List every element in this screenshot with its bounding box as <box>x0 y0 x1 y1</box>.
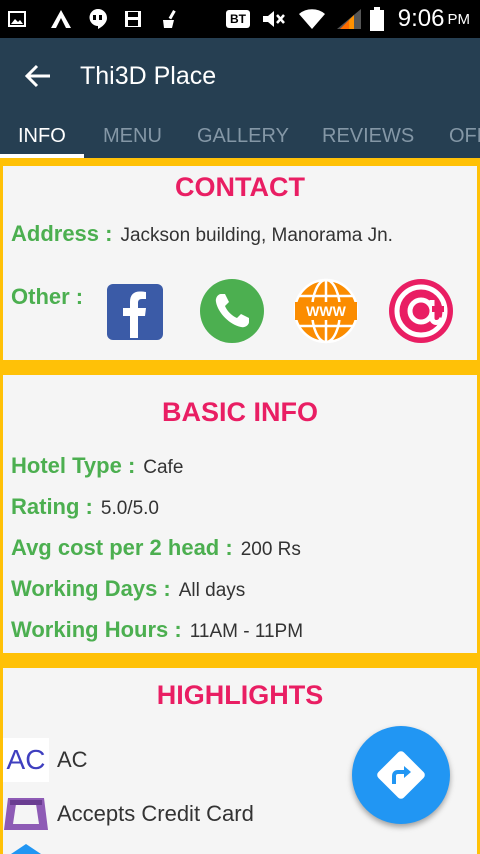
status-time: 9:06 PM <box>397 5 470 32</box>
mute-icon <box>262 0 286 38</box>
page-title: Thi3D Place <box>80 62 217 90</box>
tab-bar: INFO MENU GALLERY REVIEWS OFF <box>0 118 480 158</box>
ac-icon: AC <box>3 738 49 782</box>
www-icon[interactable]: WWW <box>293 278 359 344</box>
svg-text:WWW: WWW <box>306 303 346 319</box>
hotel-type-row: Hotel Type : Cafe <box>11 453 184 478</box>
address-row: Address : Jackson building, Manorama Jn. <box>11 221 393 247</box>
basic-info-title: BASIC INFO <box>161 397 318 427</box>
basic-info-card: BASIC INFO Hotel Type : Cafe Rating :5.0/… <box>3 375 477 653</box>
list-item: AC AC <box>3 738 88 782</box>
status-bar: BT 9:06 PM <box>0 0 480 38</box>
tab-info[interactable]: INFO <box>18 125 66 148</box>
highlights-title: HIGHLIGHTS <box>156 680 324 710</box>
address-value: Jackson building, Manorama Jn. <box>120 225 393 246</box>
tab-reviews[interactable]: REVIEWS <box>322 125 414 148</box>
contact-card: CONTACT Address : Jackson building, Manor… <box>3 166 477 360</box>
tab-gallery[interactable]: GALLERY <box>197 125 289 148</box>
working-days-row: Working Days : All days <box>11 576 246 601</box>
credit-card-icon <box>3 792 49 836</box>
wifi-icon <box>298 0 326 38</box>
cleaner-icon <box>160 0 180 38</box>
hangouts-icon <box>88 0 108 38</box>
gallery-notification-icon <box>8 0 26 38</box>
list-item: Accepts Credit Card <box>3 792 254 836</box>
address-label: Address : <box>11 221 113 246</box>
tab-menu[interactable]: MENU <box>103 125 162 148</box>
email-icon[interactable] <box>388 278 454 344</box>
facebook-icon[interactable] <box>105 282 171 348</box>
highlight-icon-partial <box>11 844 41 854</box>
highlight-label: AC <box>57 747 88 772</box>
app-notification-icon <box>50 0 72 38</box>
carrier-badge: BT <box>226 0 250 38</box>
phone-icon[interactable] <box>199 278 265 344</box>
contact-title: CONTACT <box>175 172 305 202</box>
highlight-label: Accepts Credit Card <box>57 801 254 826</box>
app-bar: Thi3D Place INFO MENU GALLERY REVIEWS OF… <box>0 38 480 158</box>
other-label: Other : <box>11 284 84 309</box>
save-icon <box>124 0 142 38</box>
tab-offers[interactable]: OFF <box>449 125 480 148</box>
signal-icon <box>336 0 362 38</box>
tab-indicator <box>0 154 84 158</box>
directions-button[interactable] <box>352 726 450 824</box>
directions-icon <box>377 751 425 799</box>
battery-icon <box>370 0 384 38</box>
working-hours-row: Working Hours :11AM - 11PM <box>11 617 304 642</box>
back-arrow-icon[interactable] <box>22 60 54 92</box>
rating-row: Rating :5.0/5.0 <box>11 494 159 519</box>
avg-cost-row: Avg cost per 2 head :200 Rs <box>11 535 301 560</box>
